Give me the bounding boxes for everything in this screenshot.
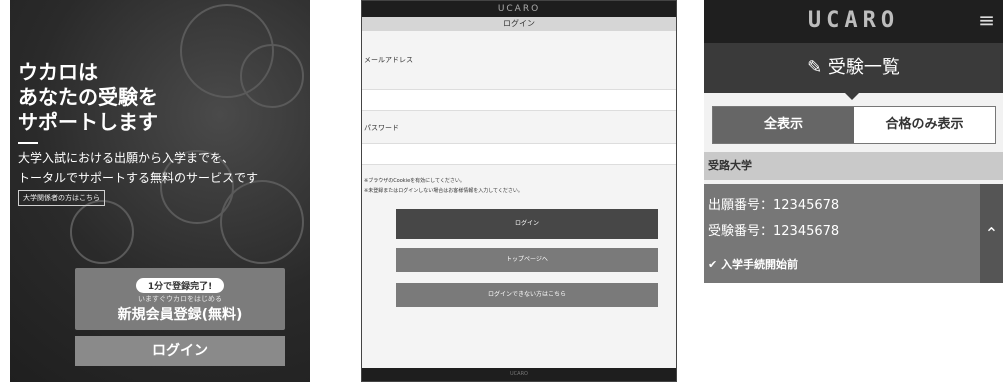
menu-icon[interactable]: ≡ xyxy=(978,8,995,32)
exam-number: 受験番号：12345678 xyxy=(708,224,840,239)
app-logo: UCARO xyxy=(807,8,900,33)
footer-logo: UCARO xyxy=(362,368,676,381)
exam-card[interactable]: 出願番号：12345678 受験番号：12345678 ✔ 入学手続開始前 xyxy=(704,184,980,283)
email-field[interactable] xyxy=(362,89,676,111)
app-header: UCARO ≡ xyxy=(704,0,1003,43)
tab-passed-only[interactable]: 合格のみ表示 xyxy=(854,107,995,143)
signup-button[interactable]: 1分で登録完了! いますぐウカロをはじめる 新規会員登録(無料) xyxy=(75,268,285,330)
register-note: ※未登録またはログインしない場合はお客様情報を入力してください。 xyxy=(364,188,523,194)
decorative-circle xyxy=(70,200,134,264)
decorative-circle xyxy=(220,180,304,264)
title-pointer xyxy=(844,92,860,100)
status-text: 入学手続開始前 xyxy=(721,258,799,271)
hero-line: あなたの受験を xyxy=(18,85,158,109)
email-label: メールアドレス xyxy=(364,56,413,64)
chevron-up-icon[interactable]: ⌃ xyxy=(980,184,1003,283)
login-submit-button[interactable]: ログイン xyxy=(396,209,658,239)
exam-list-screen: UCARO ≡ ✎ 受験一覧 全表示 合格のみ表示 受路大学 出願番号：1234… xyxy=(704,0,1003,283)
hero-subtext: 大学入試における出願から入学までを、 トータルでサポートする無料のサービスです xyxy=(18,148,258,188)
status-badge: ✔ 入学手続開始前 xyxy=(708,256,798,272)
signup-badge: 1分で登録完了! xyxy=(135,278,225,293)
password-field[interactable] xyxy=(362,143,676,165)
decorative-circle xyxy=(240,44,304,108)
hero-line: ウカロは xyxy=(18,60,98,84)
login-screen: UCARO ログイン メールアドレス パスワード ※ブラウザのCookieを有効… xyxy=(361,0,677,382)
divider xyxy=(18,142,38,144)
login-button[interactable]: ログイン xyxy=(75,336,285,366)
app-logo: UCARO xyxy=(362,1,676,17)
signup-tagline: いますぐウカロをはじめる xyxy=(138,295,222,303)
cookie-note: ※ブラウザのCookieを有効にしてください。 xyxy=(364,178,465,184)
cant-login-button[interactable]: ログインできない方はこちら xyxy=(396,283,658,307)
subtext-line: トータルでサポートする無料のサービスです xyxy=(18,171,259,185)
filter-tabs: 全表示 合格のみ表示 xyxy=(712,106,996,144)
page-title: ✎ 受験一覧 xyxy=(704,43,1003,93)
password-label: パスワード xyxy=(364,124,399,132)
hero-line: サポートします xyxy=(18,110,158,134)
university-staff-link[interactable]: 大学関係者の方はこちら xyxy=(18,190,105,206)
tab-all[interactable]: 全表示 xyxy=(713,107,854,143)
subtext-line: 大学入試における出願から入学までを、 xyxy=(18,151,235,165)
landing-screen: ウカロは あなたの受験を サポートします 大学入試における出願から入学までを、 … xyxy=(10,0,310,382)
edit-icon: ✎ xyxy=(807,57,823,78)
university-header: 受路大学 xyxy=(704,152,1003,180)
university-name: 受路大学 xyxy=(708,159,752,172)
page-title-text: 受験一覧 xyxy=(827,57,900,78)
signup-label: 新規会員登録(無料) xyxy=(117,307,243,323)
check-circle-icon: ✔ xyxy=(708,258,718,271)
top-page-button[interactable]: トップページへ xyxy=(396,248,658,272)
application-number: 出願番号：12345678 xyxy=(708,198,840,213)
page-title: ログイン xyxy=(362,17,676,31)
hero-headline: ウカロは あなたの受験を サポートします xyxy=(18,60,158,135)
